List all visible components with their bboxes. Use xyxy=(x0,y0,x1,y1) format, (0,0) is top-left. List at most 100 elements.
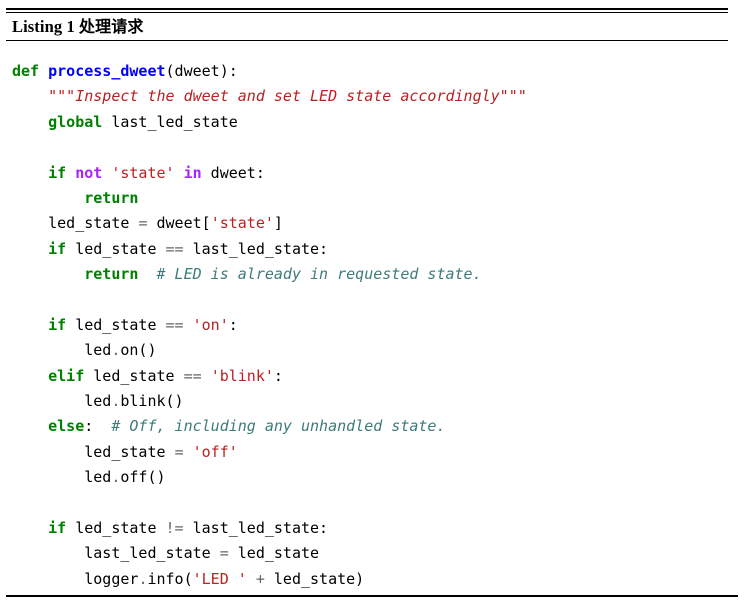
code-token: led xyxy=(12,341,112,360)
code-token: = xyxy=(219,544,229,563)
code-token: """Inspect the dweet and set LED state a… xyxy=(48,87,527,106)
code-token: in xyxy=(183,163,202,182)
top-rule-lower xyxy=(6,12,728,13)
listing-caption-title: 处理请求 xyxy=(79,17,144,36)
code-token: global xyxy=(48,112,103,131)
code-line: elif led_state == 'blink': xyxy=(12,364,732,389)
code-token: on() xyxy=(120,341,157,360)
code-token: last_led_state xyxy=(102,112,238,131)
caption-rule xyxy=(6,40,728,41)
code-token: dweet[ xyxy=(147,214,211,233)
code-token: 'state' xyxy=(210,214,274,233)
code-token: : xyxy=(228,315,238,334)
listing-caption-label: Listing 1 xyxy=(12,17,75,36)
code-token: != xyxy=(165,519,184,538)
code-line: logger.info('LED ' + led_state) xyxy=(12,567,732,592)
code-token: info( xyxy=(147,569,193,588)
top-rule-upper xyxy=(6,8,728,10)
code-line: if led_state == last_led_state: xyxy=(12,237,732,262)
code-token: led_state xyxy=(12,442,175,461)
code-token: led_state xyxy=(66,315,166,334)
code-token: last_led_state: xyxy=(183,519,329,538)
code-token: led xyxy=(12,392,112,411)
code-token: return xyxy=(84,188,139,207)
code-token: process_dweet xyxy=(48,62,166,80)
code-token: 'on' xyxy=(192,315,229,334)
code-token: if xyxy=(48,239,67,258)
code-token: == xyxy=(183,366,202,385)
code-line: return # LED is already in requested sta… xyxy=(12,262,732,287)
code-line: def process_dweet(dweet): xyxy=(12,59,732,84)
code-token: last_led_state xyxy=(12,544,220,563)
code-line: global last_led_state xyxy=(12,110,732,135)
code-line: """Inspect the dweet and set LED state a… xyxy=(12,84,732,109)
code-token: if xyxy=(48,519,67,538)
code-token: led_state xyxy=(84,366,184,385)
code-token: : xyxy=(84,417,94,436)
code-token: led_state) xyxy=(264,569,365,588)
code-token: def xyxy=(12,62,40,80)
code-token: led_state xyxy=(66,519,166,538)
code-token: blink() xyxy=(120,392,184,411)
code-token: dweet: xyxy=(201,163,265,182)
listing-caption: Listing 1 处理请求 xyxy=(12,16,143,37)
code-token: == xyxy=(165,239,184,258)
code-token: if xyxy=(48,163,67,182)
code-line: return xyxy=(12,186,732,211)
code-listing-figure: Listing 1 处理请求 def process_dweet(dweet):… xyxy=(0,0,744,612)
source-code-block: def process_dweet(dweet): """Inspect the… xyxy=(12,59,732,592)
code-line: led.off() xyxy=(12,465,732,490)
code-line: if led_state == 'on': xyxy=(12,313,732,338)
code-token: + xyxy=(255,569,265,588)
code-token: led_state xyxy=(12,214,139,233)
code-token: 'state' xyxy=(111,163,175,182)
code-token: else xyxy=(48,417,85,436)
code-line: led.blink() xyxy=(12,389,732,414)
code-token: last_led_state: xyxy=(183,239,329,258)
code-token: return xyxy=(84,265,139,284)
code-token: # Off, including any unhandled state. xyxy=(111,417,446,436)
code-line: led.on() xyxy=(12,338,732,363)
code-token: logger xyxy=(12,569,139,588)
code-token: led_state xyxy=(66,239,166,258)
code-token: ] xyxy=(273,214,283,233)
code-token: 'off' xyxy=(192,442,238,461)
code-token: # LED is already in requested state. xyxy=(156,265,482,284)
code-line: else: # Off, including any unhandled sta… xyxy=(12,414,732,439)
code-token: 'LED ' xyxy=(192,569,247,588)
code-token: led xyxy=(12,468,112,487)
code-line: if not 'state' in dweet: xyxy=(12,161,732,186)
code-token: off() xyxy=(120,468,166,487)
code-line: if led_state != last_led_state: xyxy=(12,516,732,541)
bottom-rule xyxy=(6,595,738,597)
code-token: 'blink' xyxy=(210,366,274,385)
code-token: elif xyxy=(48,366,85,385)
code-line: led_state = dweet['state'] xyxy=(12,211,732,236)
code-line: led_state = 'off' xyxy=(12,440,732,465)
code-token: not xyxy=(75,163,103,182)
code-token: = xyxy=(174,442,184,461)
